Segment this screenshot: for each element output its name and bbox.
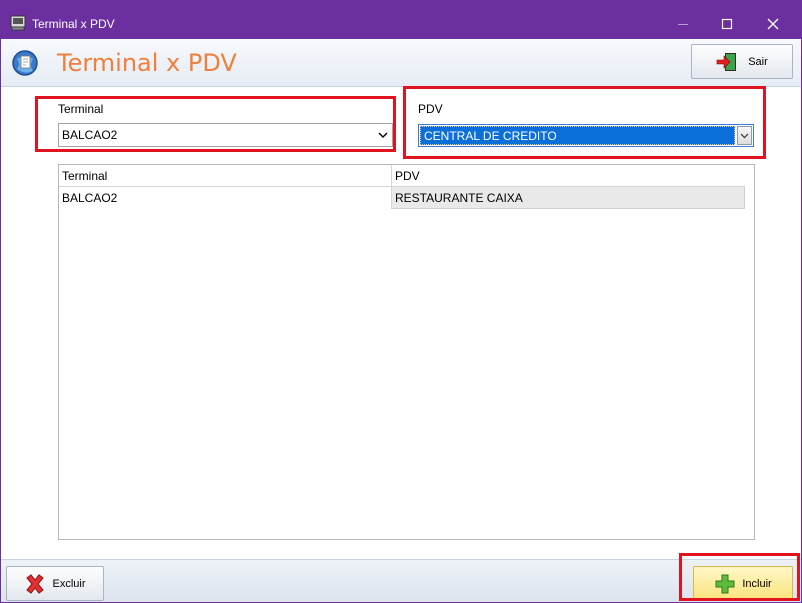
globe-document-icon — [12, 50, 38, 76]
pdv-label: PDV — [418, 102, 443, 116]
terminal-app-icon — [10, 15, 26, 31]
highlight-pdv — [403, 86, 766, 159]
terminal-select[interactable]: BALCAO2 — [58, 123, 393, 147]
pdv-select[interactable]: CENTRAL DE CREDITO — [418, 124, 754, 147]
terminal-pdv-grid[interactable]: Terminal PDV BALCAO2 RESTAURANTE CAIXA — [58, 164, 755, 540]
title-bar: Terminal x PDV — [1, 1, 801, 39]
column-header-pdv[interactable]: PDV — [391, 165, 745, 187]
maximize-icon — [721, 18, 733, 30]
exit-door-icon — [716, 52, 737, 71]
table-row[interactable]: BALCAO2 RESTAURANTE CAIXA — [59, 187, 745, 209]
cell-terminal[interactable]: BALCAO2 — [59, 187, 391, 209]
pdv-select-value: CENTRAL DE CREDITO — [420, 126, 735, 145]
cell-pdv[interactable]: RESTAURANTE CAIXA — [391, 187, 745, 209]
minimize-icon — [678, 24, 688, 25]
page-title: Terminal x PDV — [57, 49, 237, 77]
terminal-label: Terminal — [58, 102, 104, 116]
chevron-down-icon — [378, 132, 388, 138]
add-button[interactable]: Incluir — [693, 566, 793, 601]
maximize-button[interactable] — [712, 11, 742, 37]
delete-button[interactable]: Excluir — [6, 566, 104, 601]
terminal-pdv-window: Terminal x PDV Terminal x PDV Sair Termi… — [0, 0, 802, 603]
pdv-dropdown-button[interactable] — [737, 126, 752, 145]
add-button-label: Incluir — [742, 577, 772, 590]
terminal-select-value: BALCAO2 — [62, 128, 118, 142]
chevron-down-icon — [740, 133, 749, 139]
close-button[interactable] — [758, 11, 788, 37]
plus-icon — [715, 574, 735, 593]
header-band: Terminal x PDV Sair — [1, 39, 801, 87]
column-header-terminal[interactable]: Terminal — [59, 165, 391, 187]
delete-x-icon — [26, 573, 45, 594]
delete-button-label: Excluir — [52, 577, 86, 590]
footer-band: Excluir Incluir — [1, 559, 801, 602]
close-icon — [767, 18, 779, 30]
exit-button[interactable]: Sair — [691, 44, 793, 79]
window-title: Terminal x PDV — [32, 17, 115, 31]
exit-button-label: Sair — [748, 55, 768, 68]
minimize-button[interactable] — [668, 11, 698, 37]
grid-header: Terminal PDV — [59, 165, 745, 187]
